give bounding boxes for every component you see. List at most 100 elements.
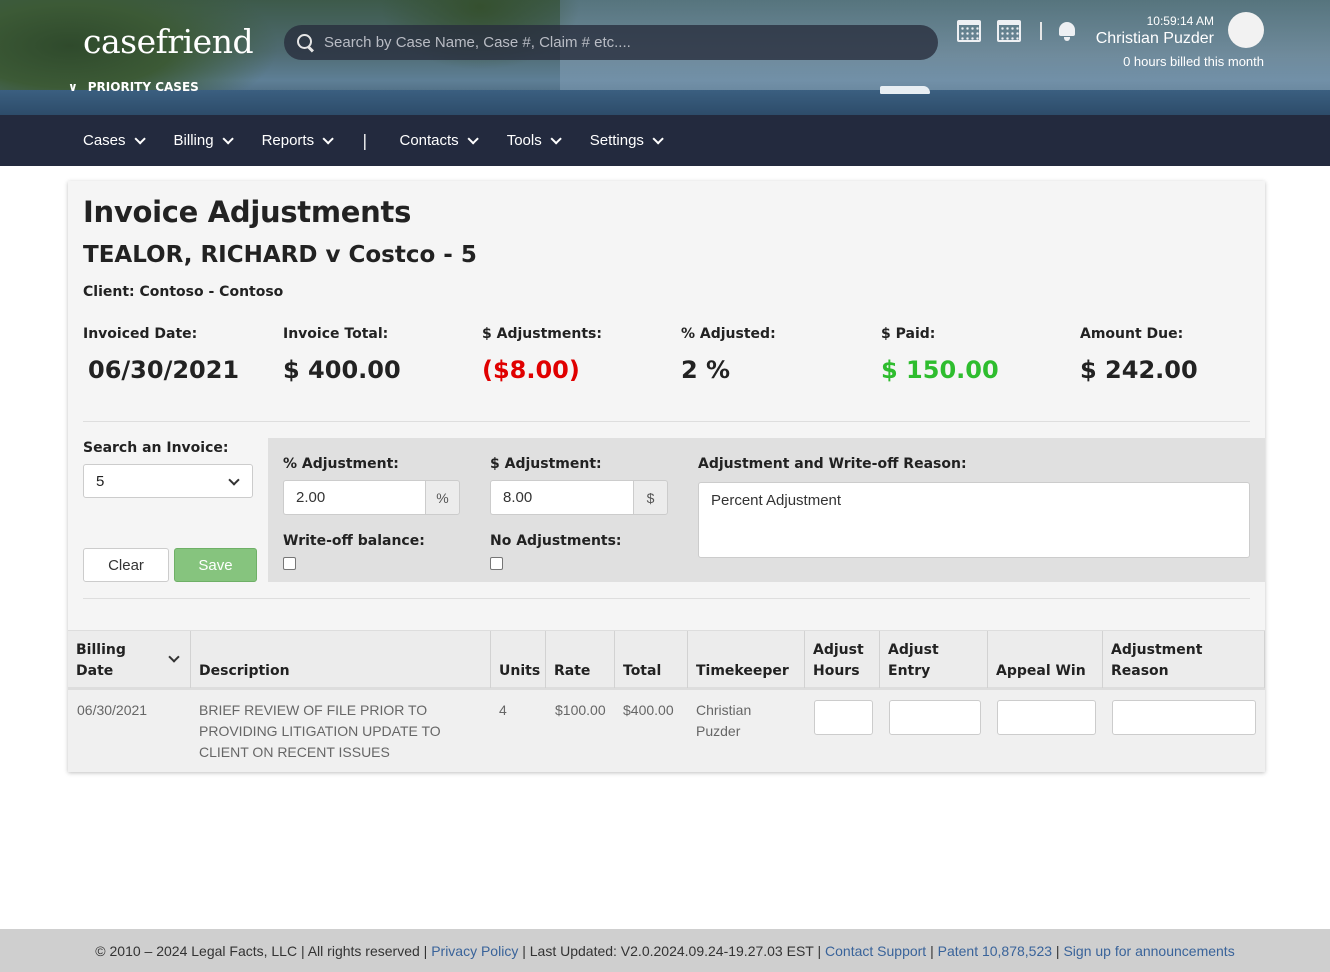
th-label: Reason	[1111, 663, 1169, 679]
reason-textarea[interactable]: Percent Adjustment	[698, 482, 1250, 558]
patent-link[interactable]: Patent 10,878,523	[938, 943, 1052, 959]
header-divider	[1040, 22, 1042, 40]
nav-label: Contacts	[399, 132, 459, 149]
cell-description-line: PROVIDING LITIGATION UPDATE TO	[199, 723, 441, 739]
chevron-down-icon	[467, 132, 479, 145]
dollar-adjustment-group: 8.00 $	[490, 480, 668, 515]
cell-units: 4	[499, 702, 507, 718]
th-adjust-entry: Adjust Entry	[880, 631, 988, 688]
cell-description-line: CLIENT ON RECENT ISSUES	[199, 744, 390, 760]
th-label: Timekeeper	[696, 663, 789, 679]
nav-billing[interactable]: Billing	[174, 132, 234, 149]
footer-updated: | Last Updated: V2.0.2024.09.24-19.27.03…	[518, 942, 826, 959]
stat-label: Invoiced Date:	[83, 326, 198, 342]
th-rate: Rate	[546, 631, 615, 688]
clear-button[interactable]: Clear	[83, 548, 169, 582]
dollar-adjustment-label: $ Adjustment:	[490, 456, 602, 472]
page-title: Invoice Adjustments	[83, 195, 412, 229]
reason-label: Adjustment and Write-off Reason:	[698, 456, 967, 472]
pct-adjustment-input[interactable]: 2.00	[283, 480, 425, 515]
writeoff-checkbox[interactable]	[283, 557, 296, 570]
appeal-win-input[interactable]	[997, 700, 1096, 735]
search-input[interactable]	[324, 34, 914, 51]
no-adjustments-checkbox[interactable]	[490, 557, 503, 570]
cell-rate: $100.00	[555, 702, 606, 718]
avatar[interactable]	[1228, 12, 1264, 48]
stat-amount-due: Amount Due: $ 242.00	[1080, 326, 1198, 384]
stat-label: Invoice Total:	[283, 326, 389, 342]
stat-label: $ Adjustments:	[482, 326, 602, 342]
priority-cases-label: PRIORITY CASES	[87, 80, 199, 94]
nav-contacts[interactable]: Contacts	[399, 132, 479, 149]
dollar-adjustment-input[interactable]: 8.00	[490, 480, 633, 515]
save-button[interactable]: Save	[174, 548, 257, 582]
chevron-down-icon	[322, 132, 334, 145]
stat-value: ($8.00)	[482, 356, 580, 384]
stat-value: 06/30/2021	[88, 356, 240, 384]
search-invoice-label: Search an Invoice:	[83, 440, 229, 456]
nav-label: Cases	[83, 132, 126, 149]
case-title: TEALOR, RICHARD v Costco - 5	[83, 242, 477, 268]
nav-label: Reports	[261, 132, 315, 149]
adjust-entry-input[interactable]	[889, 700, 981, 735]
chevron-down-icon	[228, 474, 240, 486]
stat-label: % Adjusted:	[681, 326, 776, 342]
chevron-down-icon	[222, 132, 234, 145]
client-name: Client: Contoso - Contoso	[83, 284, 284, 300]
nav-tools[interactable]: Tools	[506, 132, 562, 149]
th-label: Total	[623, 663, 662, 679]
th-adjust-hours: Adjust Hours	[805, 631, 880, 688]
header-banner: casefriend ∨ PRIORITY CASES 10:59:14 AM …	[0, 0, 1330, 115]
footer-copyright: © 2010 – 2024 Legal Facts, LLC | All rig…	[95, 942, 432, 959]
divider	[83, 421, 1250, 422]
stat-value: $ 400.00	[283, 356, 401, 384]
invoice-select[interactable]: 5	[83, 464, 253, 498]
chevron-down-icon	[133, 132, 146, 145]
adjust-hours-input[interactable]	[814, 700, 873, 735]
adjustment-reason-input[interactable]	[1112, 700, 1256, 735]
th-label: Units	[499, 663, 541, 679]
global-search-bar[interactable]	[284, 25, 938, 60]
th-appeal-win: Appeal Win	[988, 631, 1103, 688]
hours-billed: 0 hours billed this month	[1123, 54, 1264, 69]
cell-timekeeper: Christian Puzder	[696, 700, 751, 742]
user-name[interactable]: Christian Puzder	[1060, 30, 1214, 48]
banner-boat	[880, 86, 930, 94]
th-label: Date	[76, 663, 114, 679]
adjustment-panel: % Adjustment: 2.00 % $ Adjustment: 8.00 …	[268, 438, 1265, 582]
stat-paid: $ Paid: $ 150.00	[881, 326, 999, 384]
stat-label: $ Paid:	[881, 326, 936, 342]
th-billing-date[interactable]: Billing Date	[68, 631, 191, 688]
nav-reports[interactable]: Reports	[261, 132, 334, 149]
contact-support-link[interactable]: Contact Support	[825, 943, 926, 959]
th-label: Appeal Win	[996, 663, 1086, 679]
nav-settings[interactable]: Settings	[590, 132, 664, 149]
th-timekeeper: Timekeeper	[688, 631, 805, 688]
nav-label: Tools	[506, 132, 542, 149]
th-description: Description	[191, 631, 491, 688]
th-units: Units	[491, 631, 546, 688]
calendar-icon[interactable]	[957, 20, 981, 42]
pct-adjustment-group: 2.00 %	[283, 480, 460, 515]
chevron-down-icon	[550, 132, 562, 145]
team-calendar-icon[interactable]	[997, 20, 1021, 42]
th-total: Total	[615, 631, 688, 688]
divider	[83, 598, 1250, 599]
main-nav: Cases Billing Reports | Contacts Tools S…	[0, 115, 1330, 166]
app-logo[interactable]: casefriend	[83, 22, 254, 61]
stat-invoiced-date: Invoiced Date: 06/30/2021	[83, 326, 239, 384]
chevron-down-icon	[652, 132, 664, 145]
stat-value: $ 242.00	[1080, 356, 1198, 384]
footer-separator: |	[926, 942, 938, 959]
priority-cases-toggle[interactable]: ∨ PRIORITY CASES	[68, 80, 199, 94]
stat-value: $ 150.00	[881, 356, 999, 384]
invoice-select-value: 5	[96, 472, 105, 490]
signup-announcements-link[interactable]: Sign up for announcements	[1063, 943, 1234, 959]
invoice-adjustments-card: Invoice Adjustments TEALOR, RICHARD v Co…	[68, 181, 1265, 772]
stat-label: Amount Due:	[1080, 326, 1184, 342]
table-row: 06/30/2021 BRIEF REVIEW OF FILE PRIOR TO…	[68, 690, 1265, 772]
th-adjustment-reason: Adjustment Reason	[1103, 631, 1265, 688]
nav-cases[interactable]: Cases	[83, 132, 146, 149]
privacy-policy-link[interactable]: Privacy Policy	[431, 943, 518, 959]
cell-timekeeper-line: Christian	[696, 702, 752, 718]
